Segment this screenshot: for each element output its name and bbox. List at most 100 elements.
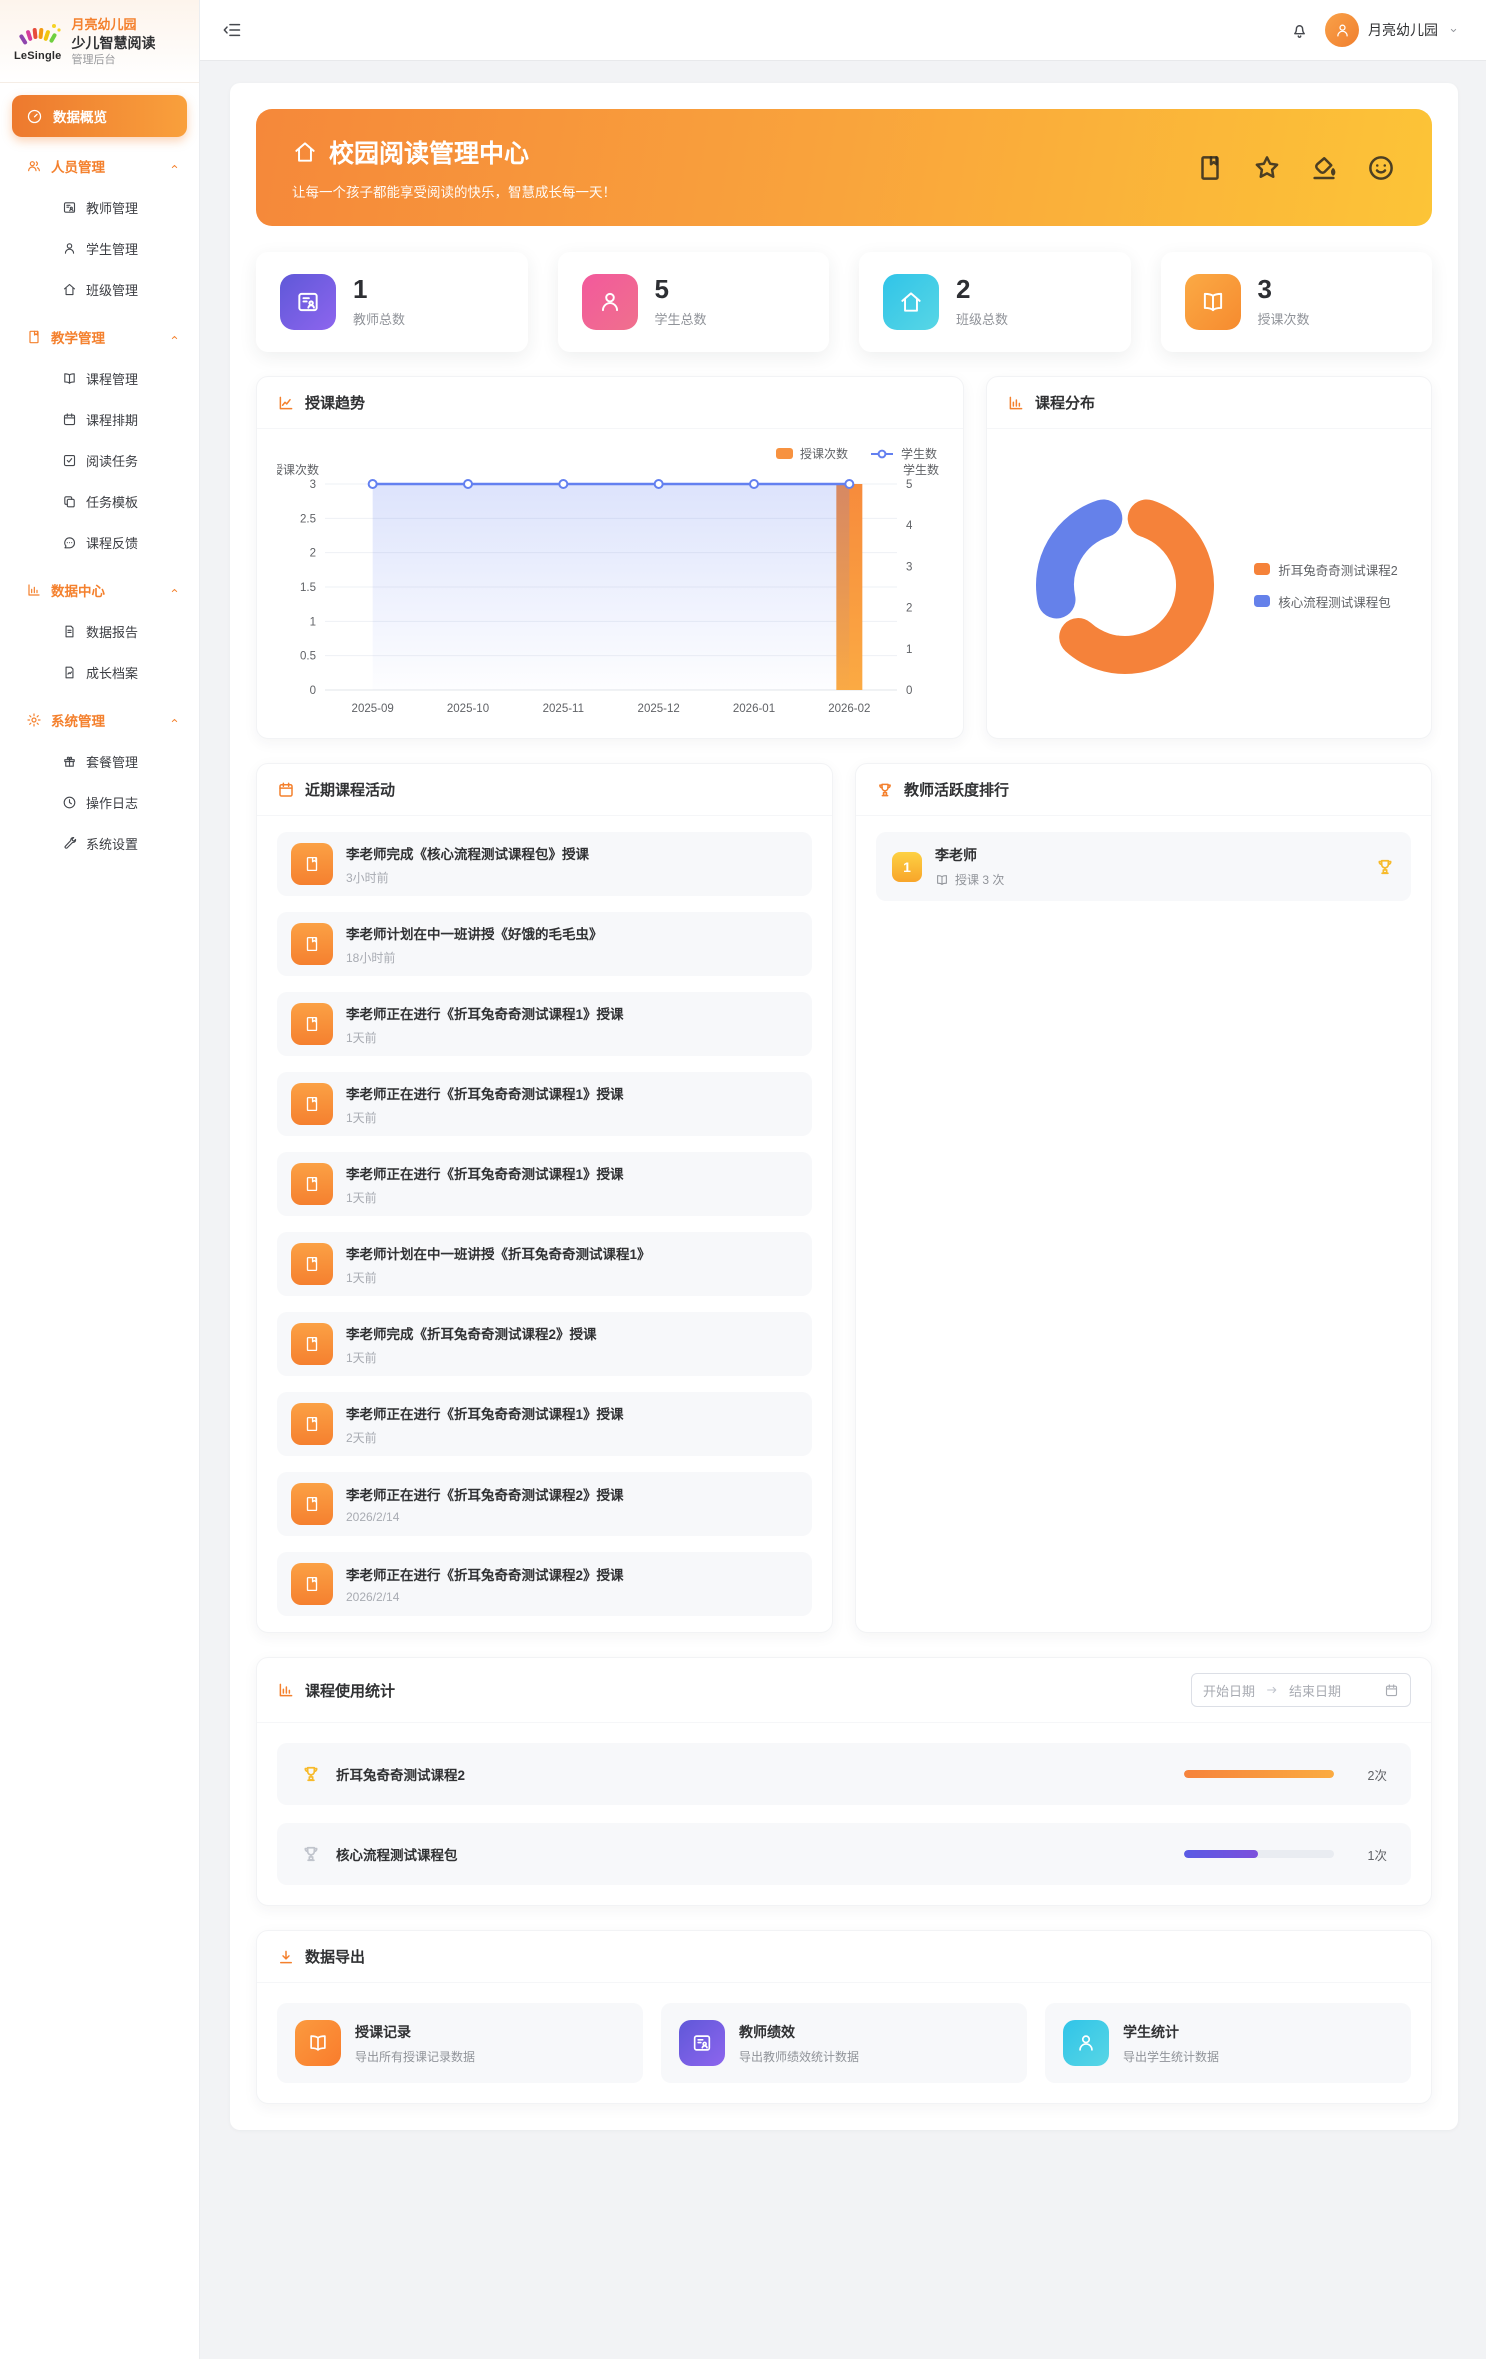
usage-row: 核心流程测试课程包1次 — [277, 1823, 1411, 1885]
sidebar-item[interactable]: 阅读任务 — [12, 440, 187, 481]
panel-title: 数据导出 — [305, 1946, 365, 1967]
activity-time: 3小时前 — [346, 869, 589, 886]
legend-item[interactable]: 学生数 — [870, 445, 937, 462]
trophy-icon — [876, 781, 894, 799]
notification-bell-icon[interactable] — [1290, 21, 1309, 40]
panel-title: 课程使用统计 — [305, 1680, 395, 1701]
svg-text:2026-02: 2026-02 — [828, 703, 870, 715]
svg-text:3: 3 — [906, 561, 912, 573]
stat-label: 学生总数 — [655, 309, 707, 328]
caterpillar-logo-icon — [15, 22, 61, 48]
sidebar-item-label: 系统设置 — [86, 834, 138, 853]
stat-icon — [280, 274, 336, 330]
sidebar-item[interactable]: 系统设置 — [12, 823, 187, 864]
svg-text:4: 4 — [906, 520, 913, 532]
sidebar-item-dashboard[interactable]: 数据概览 — [12, 95, 187, 137]
chevron-down-icon — [1447, 24, 1460, 37]
sidebar-section[interactable]: 系统管理 — [12, 699, 187, 741]
sidebar-section[interactable]: 人员管理 — [12, 145, 187, 187]
svg-text:0: 0 — [310, 685, 316, 697]
sidebar-section[interactable]: 数据中心 — [12, 569, 187, 611]
sidebar-item[interactable]: 课程排期 — [12, 399, 187, 440]
sidebar-item-label: 操作日志 — [86, 793, 138, 812]
legend-swatch — [776, 448, 793, 459]
stat-card: 1教师总数 — [256, 252, 528, 352]
collapse-sidebar-icon[interactable] — [222, 20, 242, 40]
chevron-up-icon — [168, 160, 181, 173]
activity-icon — [291, 1163, 333, 1205]
end-date-placeholder: 结束日期 — [1289, 1681, 1341, 1700]
activity-icon — [291, 1083, 333, 1125]
sidebar-item[interactable]: 课程反馈 — [12, 522, 187, 563]
calendar-icon — [62, 412, 77, 427]
usage-bar — [1184, 1770, 1334, 1778]
activity-item: 李老师正在进行《折耳兔奇奇测试课程2》授课2026/2/14 — [277, 1472, 812, 1536]
activity-title: 李老师正在进行《折耳兔奇奇测试课程2》授课 — [346, 1484, 624, 1504]
sidebar-item[interactable]: 成长档案 — [12, 652, 187, 693]
legend-swatch — [1254, 563, 1270, 575]
panel-title: 课程分布 — [1035, 392, 1095, 413]
chevron-up-icon — [168, 714, 181, 727]
sidebar-item[interactable]: 数据报告 — [12, 611, 187, 652]
activity-item: 李老师完成《核心流程测试课程包》授课3小时前 — [277, 832, 812, 896]
star-icon — [1252, 153, 1282, 183]
stat-value: 5 — [655, 276, 707, 303]
export-card[interactable]: 授课记录导出所有授课记录数据 — [277, 2003, 643, 2083]
sidebar-section-label: 教学管理 — [51, 327, 105, 347]
arrow-right-icon — [1265, 1683, 1279, 1697]
person-icon — [597, 289, 623, 315]
book-mark-icon — [303, 935, 321, 953]
person-icon — [1075, 2032, 1097, 2054]
book-open-icon — [62, 371, 77, 386]
svg-text:5: 5 — [906, 479, 912, 491]
activity-title: 李老师计划在中一班讲授《好饿的毛毛虫》 — [346, 923, 603, 943]
doc-text-icon — [62, 624, 77, 639]
stat-card: 5 学生总数 — [558, 252, 830, 352]
date-range-picker[interactable]: 开始日期 结束日期 — [1191, 1673, 1411, 1707]
legend-item[interactable]: 折耳兔奇奇测试课程2 — [1254, 560, 1397, 579]
svg-text:2: 2 — [906, 603, 912, 615]
clock-icon — [62, 795, 77, 810]
book-mark-icon — [303, 1575, 321, 1593]
activity-time: 2天前 — [346, 1429, 624, 1446]
avatar — [1325, 13, 1359, 47]
sidebar-item[interactable]: 操作日志 — [12, 782, 187, 823]
sidebar-item-label: 教师管理 — [86, 198, 138, 217]
stat-label: 授课次数 — [1258, 309, 1310, 328]
export-icon — [679, 2020, 725, 2066]
sidebar-item[interactable]: 课程管理 — [12, 358, 187, 399]
sidebar-section[interactable]: 教学管理 — [12, 316, 187, 358]
sidebar-item[interactable]: 班级管理 — [12, 269, 187, 310]
id-card-icon — [295, 289, 321, 315]
sidebar-item[interactable]: 任务模板 — [12, 481, 187, 522]
calendar-icon — [277, 781, 295, 799]
teaching-trend-chart: 32.521.510.50543210授课次数学生数2025-092025-10… — [277, 462, 943, 724]
account-menu[interactable]: 月亮幼儿园 — [1325, 13, 1460, 47]
start-date-placeholder: 开始日期 — [1203, 1681, 1255, 1700]
svg-text:2025-10: 2025-10 — [447, 703, 489, 715]
course-name: 折耳兔奇奇测试课程2 — [336, 1764, 465, 1784]
legend-label: 授课次数 — [800, 445, 848, 462]
sidebar-item[interactable]: 学生管理 — [12, 228, 187, 269]
sidebar-item-label: 课程管理 — [86, 369, 138, 388]
stat-value: 3 — [1258, 276, 1310, 303]
data-export-panel: 数据导出 授课记录导出所有授课记录数据教师绩效导出教师绩效统计数据学生统计导出学… — [256, 1930, 1432, 2104]
trophy-icon — [301, 1844, 321, 1864]
legend-item[interactable]: 核心流程测试课程包 — [1254, 592, 1397, 611]
course-distribution-panel: 课程分布 折耳兔奇奇测试课程2 核心流程测试课程包 — [986, 376, 1432, 739]
sidebar-item[interactable]: 套餐管理 — [12, 741, 187, 782]
legend-item[interactable]: 授课次数 — [776, 445, 848, 462]
home-icon — [898, 289, 924, 315]
welcome-banner: 校园阅读管理中心 让每一个孩子都能享受阅读的快乐，智慧成长每一天！ — [256, 109, 1432, 226]
sidebar-item[interactable]: 教师管理 — [12, 187, 187, 228]
export-card[interactable]: 教师绩效导出教师绩效统计数据 — [661, 2003, 1027, 2083]
panel-title: 近期课程活动 — [305, 779, 395, 800]
activity-time: 1天前 — [346, 1349, 597, 1366]
stat-value: 1 — [353, 276, 405, 303]
usage-count: 1次 — [1349, 1845, 1387, 1864]
activity-icon — [291, 843, 333, 885]
stat-icon — [883, 274, 939, 330]
book-mark-icon — [303, 1015, 321, 1033]
activity-icon — [291, 1403, 333, 1445]
export-card[interactable]: 学生统计导出学生统计数据 — [1045, 2003, 1411, 2083]
